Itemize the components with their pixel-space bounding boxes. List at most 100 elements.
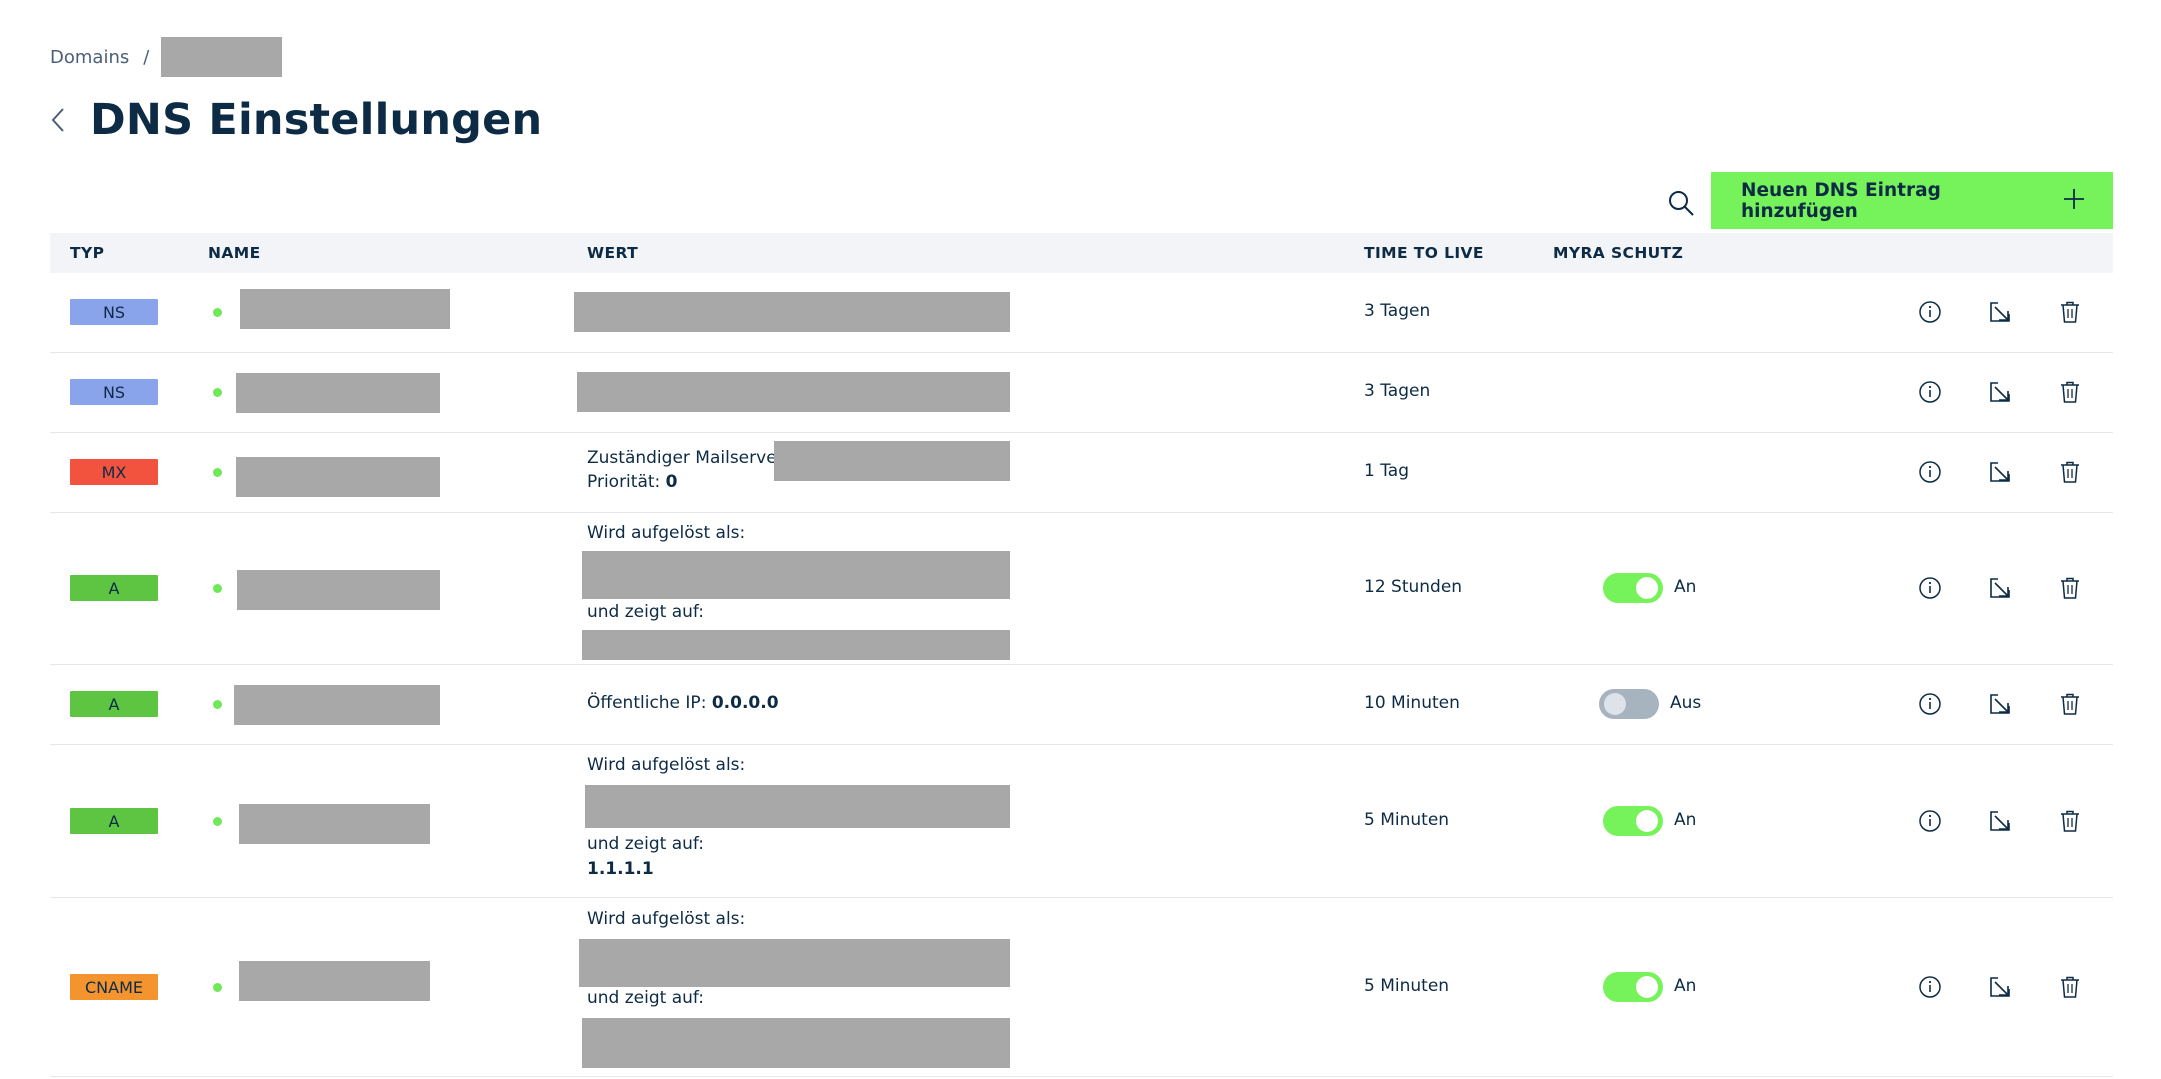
- info-icon[interactable]: [1916, 298, 1944, 326]
- column-header-type[interactable]: TYP: [70, 244, 104, 262]
- record-type-badge: A: [70, 808, 158, 834]
- table-row: A Wird aufgelöst als: und zeigt auf: 12 …: [50, 513, 2113, 665]
- record-ttl: 3 Tagen: [1364, 381, 1431, 401]
- mail-server-label: Zuständiger Mailserver:: [587, 448, 790, 468]
- record-name-redacted: [239, 804, 430, 844]
- trash-icon[interactable]: [2056, 378, 2084, 406]
- add-dns-entry-button[interactable]: Neuen DNS Eintrag hinzufügen: [1711, 172, 2113, 229]
- table-row: NS 3 Tagen: [50, 273, 2113, 353]
- points-to-redacted: [582, 630, 1010, 660]
- record-name-redacted: [237, 570, 440, 610]
- status-dot: [213, 584, 222, 593]
- record-type-badge: MX: [70, 459, 158, 485]
- resolved-as-redacted: [579, 939, 1010, 987]
- myra-protection-toggle[interactable]: [1603, 972, 1663, 1002]
- points-to-label: und zeigt auf:: [587, 602, 705, 622]
- resolved-as-label: Wird aufgelöst als:: [587, 755, 746, 775]
- record-name-redacted: [236, 373, 440, 413]
- info-icon[interactable]: [1916, 973, 1944, 1001]
- trash-icon[interactable]: [2056, 298, 2084, 326]
- page-title: DNS Einstellungen: [90, 95, 543, 145]
- table-row: NS 3 Tagen: [50, 353, 2113, 433]
- table-row: MX Zuständiger Mailserver: Priorität: 0 …: [50, 433, 2113, 513]
- record-name-redacted: [234, 685, 440, 725]
- record-type-badge: NS: [70, 299, 158, 325]
- record-ttl: 12 Stunden: [1364, 577, 1463, 597]
- info-icon[interactable]: [1916, 574, 1944, 602]
- record-value-redacted: [577, 372, 1010, 412]
- record-ttl: 3 Tagen: [1364, 301, 1431, 321]
- column-header-name[interactable]: NAME: [208, 244, 261, 262]
- breadcrumb-current-domain-redacted: [161, 37, 283, 77]
- plus-icon: [2063, 186, 2085, 216]
- edit-icon[interactable]: [1986, 807, 2014, 835]
- breadcrumb-domains-link[interactable]: Domains: [50, 47, 129, 68]
- points-to-label: und zeigt auf:: [587, 834, 705, 854]
- column-header-ttl[interactable]: TIME TO LIVE: [1364, 244, 1484, 262]
- breadcrumb: Domains /: [50, 37, 283, 77]
- myra-protection-status: Aus: [1670, 693, 1702, 713]
- myra-protection-toggle[interactable]: [1603, 573, 1663, 603]
- record-value-redacted: [574, 292, 1010, 332]
- record-type-badge: A: [70, 575, 158, 601]
- edit-icon[interactable]: [1986, 690, 2014, 718]
- info-icon[interactable]: [1916, 458, 1944, 486]
- status-dot: [213, 468, 222, 477]
- record-type-badge: A: [70, 691, 158, 717]
- table-row: A Öffentliche IP: 0.0.0.0 10 Minuten Aus: [50, 665, 2113, 745]
- info-icon[interactable]: [1916, 378, 1944, 406]
- breadcrumb-separator: /: [143, 46, 150, 68]
- myra-protection-toggle[interactable]: [1603, 806, 1663, 836]
- title-row: DNS Einstellungen: [50, 92, 542, 148]
- edit-icon[interactable]: [1986, 298, 2014, 326]
- record-name-redacted: [240, 289, 450, 329]
- resolved-as-label: Wird aufgelöst als:: [587, 909, 746, 929]
- column-header-myra-protection: MYRA SCHUTZ: [1553, 244, 1684, 262]
- record-name-redacted: [236, 457, 440, 497]
- info-icon[interactable]: [1916, 690, 1944, 718]
- edit-icon[interactable]: [1986, 458, 2014, 486]
- resolved-as-redacted: [585, 785, 1010, 828]
- record-type-badge: CNAME: [70, 974, 158, 1000]
- dns-records-table: TYP NAME WERT TIME TO LIVE MYRA SCHUTZ N…: [50, 233, 2113, 1077]
- table-row: A Wird aufgelöst als: und zeigt auf: 1.1…: [50, 745, 2113, 898]
- status-dot: [213, 983, 222, 992]
- status-dot: [213, 308, 222, 317]
- trash-icon[interactable]: [2056, 458, 2084, 486]
- table-row: CNAME Wird aufgelöst als: und zeigt auf:…: [50, 898, 2113, 1077]
- myra-protection-toggle[interactable]: [1599, 689, 1659, 719]
- chevron-left-icon[interactable]: [50, 100, 84, 140]
- record-name-redacted: [239, 961, 430, 1001]
- trash-icon[interactable]: [2056, 574, 2084, 602]
- mail-server-redacted: [774, 441, 1010, 481]
- edit-icon[interactable]: [1986, 378, 2014, 406]
- edit-icon[interactable]: [1986, 973, 2014, 1001]
- trash-icon[interactable]: [2056, 807, 2084, 835]
- add-dns-entry-label: Neuen DNS Eintrag hinzufügen: [1741, 179, 1941, 222]
- myra-protection-status: An: [1674, 976, 1697, 996]
- status-dot: [213, 388, 222, 397]
- record-ttl: 10 Minuten: [1364, 693, 1460, 713]
- status-dot: [213, 700, 222, 709]
- column-header-value[interactable]: WERT: [587, 244, 638, 262]
- trash-icon[interactable]: [2056, 973, 2084, 1001]
- record-ttl: 5 Minuten: [1364, 976, 1450, 996]
- mx-value: Zuständiger Mailserver: Priorität: 0: [587, 447, 789, 495]
- search-icon[interactable]: [1665, 187, 1697, 219]
- resolved-as-label: Wird aufgelöst als:: [587, 523, 746, 543]
- public-ip-label: Öffentliche IP:: [587, 693, 707, 713]
- points-to-label: und zeigt auf:: [587, 988, 705, 1008]
- priority-value: 0: [665, 471, 678, 492]
- public-ip: 0.0.0.0: [711, 693, 779, 713]
- myra-protection-status: An: [1674, 810, 1697, 830]
- priority-label: Priorität:: [587, 471, 661, 492]
- points-to-value: 1.1.1.1: [587, 859, 654, 879]
- record-ttl: 1 Tag: [1364, 461, 1409, 481]
- resolved-as-redacted: [582, 551, 1010, 599]
- record-type-badge: NS: [70, 379, 158, 405]
- trash-icon[interactable]: [2056, 690, 2084, 718]
- info-icon[interactable]: [1916, 807, 1944, 835]
- edit-icon[interactable]: [1986, 574, 2014, 602]
- record-ttl: 5 Minuten: [1364, 810, 1450, 830]
- myra-protection-status: An: [1674, 577, 1697, 597]
